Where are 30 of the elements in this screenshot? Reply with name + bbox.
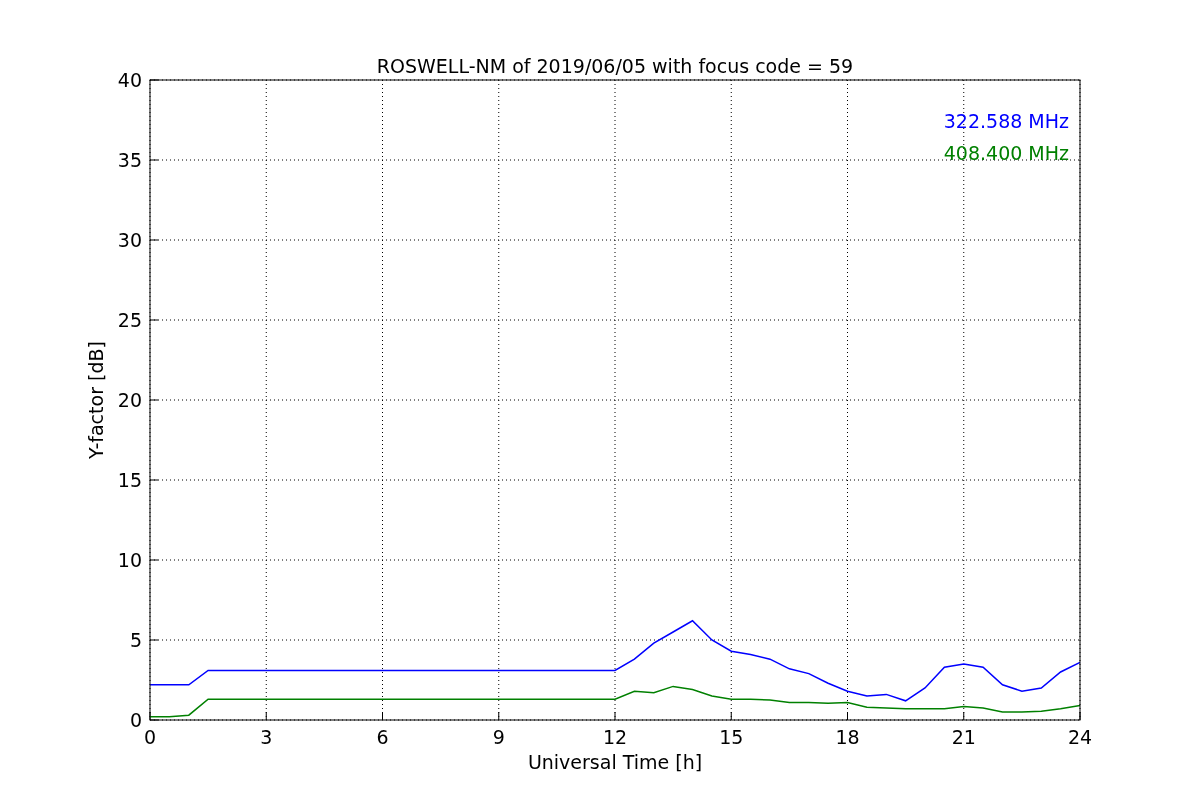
y-tick-label: 40 xyxy=(117,69,142,91)
legend-label: 408.400 MHz xyxy=(943,142,1069,164)
tick-mark xyxy=(730,711,732,721)
y-tick-label: 30 xyxy=(117,229,142,251)
x-tick-label: 12 xyxy=(602,726,628,748)
y-tick-label: 5 xyxy=(129,629,142,651)
x-tick-label: 9 xyxy=(492,726,505,748)
tick-mark xyxy=(614,711,616,721)
chart-title: ROSWELL-NM of 2019/06/05 with focus code = 59 xyxy=(376,55,854,77)
tick-mark xyxy=(382,711,383,721)
legend-label: 322.588 MHz xyxy=(943,110,1069,132)
tick-mark xyxy=(498,711,500,721)
y-tick-label: 10 xyxy=(117,549,142,571)
tick-mark xyxy=(963,711,965,721)
x-tick-label: 0 xyxy=(143,726,157,748)
x-tick-label: 3 xyxy=(260,726,273,748)
y-axis-label: Y-factor [dB] xyxy=(85,341,107,459)
y-tick-label: 35 xyxy=(117,149,142,171)
x-axis-label: Universal Time [h] xyxy=(527,751,703,773)
x-tick-label: 21 xyxy=(951,726,976,748)
tick-mark xyxy=(265,711,267,721)
x-tick-label: 6 xyxy=(376,726,389,748)
y-tick-label: 20 xyxy=(117,389,142,411)
x-tick-label: 24 xyxy=(1067,726,1093,748)
tick-mark xyxy=(847,711,848,721)
y-tick-label: 15 xyxy=(117,469,142,491)
y-tick-label: 25 xyxy=(117,309,142,331)
y-tick-label: 0 xyxy=(129,709,142,731)
x-tick-label: 15 xyxy=(719,726,744,748)
x-tick-label: 18 xyxy=(835,726,860,748)
